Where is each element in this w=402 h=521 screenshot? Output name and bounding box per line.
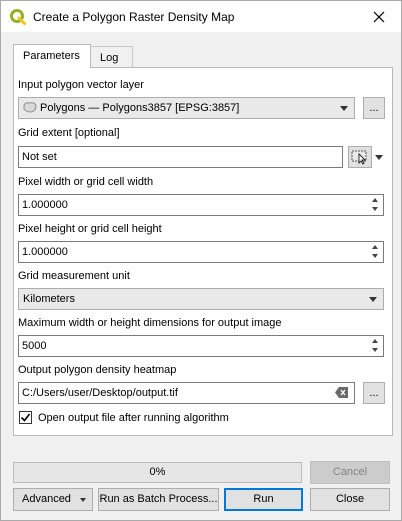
window-close-button[interactable] bbox=[357, 1, 401, 32]
grid-unit-label: Grid measurement unit bbox=[18, 270, 130, 282]
arrow-down-icon bbox=[372, 348, 378, 352]
arrow-down-icon bbox=[372, 254, 378, 258]
tab-parameters[interactable]: Parameters bbox=[13, 44, 91, 68]
pixel-height-stepper[interactable] bbox=[368, 242, 383, 262]
checkmark-icon bbox=[20, 413, 31, 422]
pixel-width-stepper[interactable] bbox=[368, 195, 383, 215]
max-dim-spinbox[interactable]: 5000 bbox=[18, 335, 384, 357]
input-layer-combo[interactable]: Polygons — Polygons3857 [EPSG:3857] bbox=[18, 97, 355, 119]
progress-bar: 0% bbox=[13, 462, 302, 483]
cancel-button[interactable]: Cancel bbox=[310, 461, 390, 484]
input-layer-value: Polygons — Polygons3857 [EPSG:3857] bbox=[40, 102, 240, 114]
grid-extent-input[interactable]: Not set bbox=[18, 146, 343, 168]
output-label: Output polygon density heatmap bbox=[18, 364, 177, 376]
run-batch-button[interactable]: Run as Batch Process... bbox=[98, 488, 219, 511]
pixel-height-value: 1.000000 bbox=[22, 246, 68, 258]
input-layer-more-button[interactable]: ... bbox=[363, 97, 385, 119]
open-after-checkbox[interactable] bbox=[19, 411, 32, 424]
polygon-layer-icon bbox=[23, 102, 37, 116]
qgis-logo-icon bbox=[10, 9, 26, 25]
pixel-width-label: Pixel width or grid cell width bbox=[18, 176, 154, 188]
map-select-cursor-icon bbox=[351, 150, 367, 165]
arrow-up-icon bbox=[372, 339, 378, 343]
grid-unit-value: Kilometers bbox=[23, 293, 75, 305]
max-dim-label: Maximum width or height dimensions for o… bbox=[18, 317, 282, 329]
output-path-input[interactable]: C:/Users/user/Desktop/output.tif bbox=[18, 382, 355, 404]
advanced-button[interactable]: Advanced bbox=[13, 488, 93, 511]
window-title: Create a Polygon Raster Density Map bbox=[33, 10, 235, 24]
open-after-label: Open output file after running algorithm bbox=[38, 412, 229, 424]
pixel-width-value: 1.000000 bbox=[22, 199, 68, 211]
pixel-height-label: Pixel height or grid cell height bbox=[18, 223, 162, 235]
clear-field-button[interactable] bbox=[335, 387, 349, 401]
tab-log[interactable]: Log bbox=[91, 46, 133, 68]
dialog-window: Create a Polygon Raster Density Map Para… bbox=[0, 0, 402, 521]
max-dim-value: 5000 bbox=[22, 340, 47, 352]
input-layer-label: Input polygon vector layer bbox=[18, 79, 144, 91]
max-dim-stepper[interactable] bbox=[368, 336, 383, 356]
chevron-down-icon bbox=[80, 498, 86, 502]
chevron-down-icon bbox=[369, 297, 377, 302]
chevron-down-icon bbox=[340, 106, 348, 111]
arrow-up-icon bbox=[372, 245, 378, 249]
pixel-width-spinbox[interactable]: 1.000000 bbox=[18, 194, 384, 216]
advanced-button-label: Advanced bbox=[22, 493, 71, 505]
grid-extent-label: Grid extent [optional] bbox=[18, 127, 120, 139]
run-button[interactable]: Run bbox=[224, 488, 303, 511]
pixel-height-spinbox[interactable]: 1.000000 bbox=[18, 241, 384, 263]
arrow-up-icon bbox=[372, 198, 378, 202]
extent-menu-button[interactable] bbox=[373, 146, 385, 168]
progress-text: 0% bbox=[149, 466, 166, 478]
extent-select-button[interactable] bbox=[348, 146, 372, 168]
grid-unit-combo[interactable]: Kilometers bbox=[18, 288, 384, 310]
clear-icon bbox=[335, 387, 348, 398]
arrow-down-icon bbox=[372, 207, 378, 211]
chevron-down-icon bbox=[375, 155, 383, 160]
output-path-value: C:/Users/user/Desktop/output.tif bbox=[22, 387, 178, 399]
close-icon bbox=[373, 11, 385, 22]
output-browse-button[interactable]: ... bbox=[363, 382, 385, 404]
title-bar: Create a Polygon Raster Density Map bbox=[1, 1, 401, 32]
close-button[interactable]: Close bbox=[310, 488, 390, 511]
